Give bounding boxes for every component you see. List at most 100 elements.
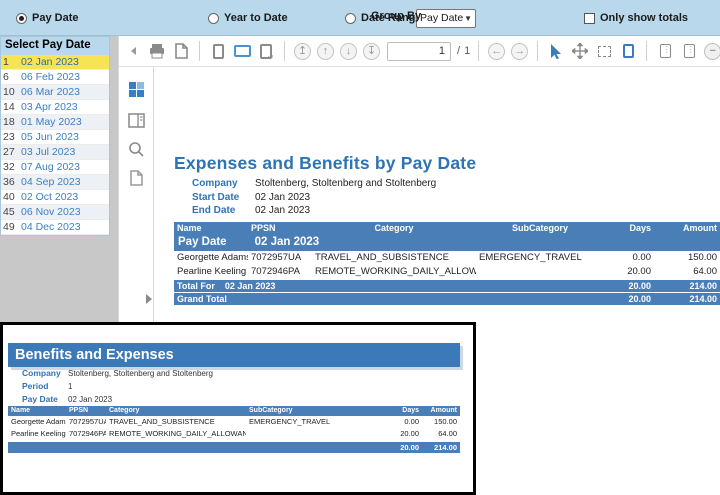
last-page-icon[interactable]: ↧ [363,43,380,60]
page-panel-icon[interactable] [126,110,146,130]
first-page-icon[interactable]: ↥ [294,43,311,60]
filter-bar: Pay Date Year to Date Date Range Group B… [0,0,720,36]
radio-year-to-date[interactable]: Year to Date [208,0,288,36]
group-by-select[interactable]: Pay Date ▼ [416,9,476,28]
paydate-link[interactable]: 02 Jan 2023 [21,56,79,68]
report-page: Expenses and Benefits by Pay Date Compan… [155,67,720,322]
report-table-header: Name PPSN Category SubCategory Days Amou… [174,222,720,235]
paydate-row[interactable]: 1 02 Jan 2023 [1,55,109,70]
single-page-view-icon[interactable] [208,40,228,62]
paydate-row[interactable]: 27 03 Jul 2023 [1,145,109,160]
week-number: 32 [1,161,21,173]
only-show-totals-label: Only show totals [600,12,688,24]
viewer-side-strip [119,67,154,322]
paydate-row[interactable]: 40 02 Oct 2023 [1,190,109,205]
panel-splitter-handle[interactable] [146,294,152,304]
field-value: Stoltenberg, Stoltenberg and Stoltenberg [255,177,436,191]
paydate-link[interactable]: 07 Aug 2023 [21,161,80,173]
preview-total-row: 20.00 214.00 [8,442,460,453]
paydate-row[interactable]: 18 01 May 2023 [1,115,109,130]
paydate-link[interactable]: 06 Nov 2023 [21,206,81,218]
paydate-row[interactable]: 36 04 Sep 2023 [1,175,109,190]
only-show-totals[interactable]: Only show totals [584,0,688,36]
fit-width-icon[interactable] [679,40,699,62]
paydate-row[interactable]: 49 04 Dec 2023 [1,220,109,235]
continuous-view-icon[interactable] [232,40,252,62]
next-page-icon[interactable]: ↓ [340,43,357,60]
group-by-value: Pay Date [420,12,463,24]
paydate-link[interactable]: 05 Jun 2023 [21,131,79,143]
report-viewer: ↥ ↑ ↓ ↧ / 1 ← → − + [118,36,720,322]
paydate-link[interactable]: 04 Dec 2023 [21,221,81,233]
week-number: 49 [1,221,21,233]
cell-days: 20.00 [390,428,422,440]
select-tool-icon[interactable] [546,40,566,62]
paydate-link[interactable]: 02 Oct 2023 [21,191,78,203]
field-value: 02 Jan 2023 [255,191,310,205]
report-title: Expenses and Benefits by Pay Date [174,153,476,174]
field-label: Company [192,177,255,191]
search-icon[interactable] [126,139,146,159]
forward-icon[interactable]: → [511,43,528,60]
col-header: Name [174,222,248,235]
week-number: 40 [1,191,21,203]
col-header: SubCategory [246,406,390,416]
paydate-link[interactable]: 06 Feb 2023 [21,71,80,83]
page-number-input[interactable] [387,42,451,61]
zoom-out-icon[interactable]: − [704,43,720,60]
radio-year-to-date-icon[interactable] [208,13,219,24]
thumbnails-icon[interactable] [126,79,146,99]
col-header: Name [8,406,66,416]
radio-pay-date[interactable]: Pay Date [16,0,78,36]
paydate-link[interactable]: 03 Apr 2023 [21,101,78,113]
text-select-tool-icon[interactable] [618,40,638,62]
paydate-link[interactable]: 04 Sep 2023 [21,176,81,188]
cell-subcategory [476,265,604,279]
total-amount: 214.00 [422,442,460,453]
week-number: 1 [1,56,21,68]
field-value: 02 Jan 2023 [68,393,112,406]
cell-category: TRAVEL_AND_SUBSISTENCE [312,251,476,265]
table-row: Pearline Keeling 7072946PA REMOTE_WORKIN… [8,428,460,440]
field-value: 02 Jan 2023 [255,204,310,218]
total-label: Total For [177,281,215,291]
field-label: Company [22,367,68,380]
total-days: 20.00 [604,280,654,292]
collapse-left-icon[interactable] [123,40,143,62]
previous-page-icon[interactable]: ↑ [317,43,334,60]
col-header: Category [106,406,246,416]
col-header: Days [604,222,654,235]
paydate-row[interactable]: 45 06 Nov 2023 [1,205,109,220]
snapshot-tool-icon[interactable] [594,40,614,62]
paydate-row[interactable]: 10 06 Mar 2023 [1,85,109,100]
pan-tool-icon[interactable] [570,40,590,62]
paydate-link[interactable]: 01 May 2023 [21,116,82,128]
paydate-row[interactable]: 23 05 Jun 2023 [1,130,109,145]
field-value: 1 [68,380,72,393]
export-report-icon[interactable] [171,40,191,62]
week-number: 23 [1,131,21,143]
week-number: 14 [1,101,21,113]
cell-days: 0.00 [390,416,422,428]
print-icon[interactable] [147,40,167,62]
export-page-icon[interactable] [126,168,146,188]
cell-days: 0.00 [604,251,654,265]
paydate-row[interactable]: 32 07 Aug 2023 [1,160,109,175]
fit-page-icon[interactable] [655,40,675,62]
radio-date-range-icon[interactable] [345,13,356,24]
col-header: Days [390,406,422,416]
only-show-totals-checkbox[interactable] [584,13,595,24]
preview-table-header: Name PPSN Category SubCategory Days Amou… [8,406,460,416]
cell-subcategory: EMERGENCY_TRAVEL [476,251,604,265]
page-break-view-icon[interactable] [256,40,276,62]
cell-ppsn: 7072946PA [66,428,106,440]
table-row: Pearline Keeling 7072946PA REMOTE_WORKIN… [174,265,720,279]
paydate-link[interactable]: 06 Mar 2023 [21,86,80,98]
paydate-row[interactable]: 14 03 Apr 2023 [1,100,109,115]
paydate-row[interactable]: 6 06 Feb 2023 [1,70,109,85]
back-icon[interactable]: ← [488,43,505,60]
paydate-link[interactable]: 03 Jul 2023 [21,146,75,158]
radio-pay-date-icon[interactable] [16,13,27,24]
cell-amount: 150.00 [422,416,460,428]
week-number: 45 [1,206,21,218]
